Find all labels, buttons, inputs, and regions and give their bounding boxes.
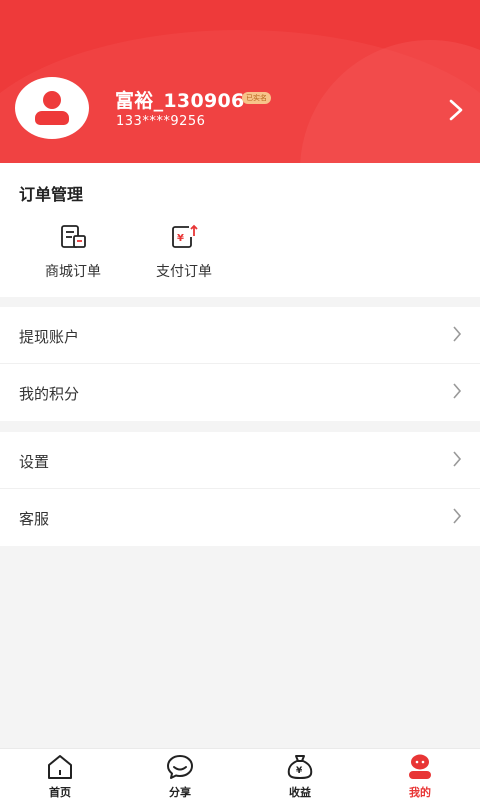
share-icon xyxy=(167,755,193,779)
phone-number: 133****9256 xyxy=(116,114,206,129)
tab-earnings[interactable]: ¥ 收益 xyxy=(270,753,330,800)
tab-share[interactable]: 分享 xyxy=(150,753,210,800)
menu-group-settings: 设置 客服 xyxy=(0,432,480,546)
verified-badge: 已实名 xyxy=(242,92,271,104)
chevron-right-icon xyxy=(453,508,462,524)
order-management-title: 订单管理 xyxy=(19,185,84,204)
menu-item-my-points[interactable]: 我的积分 xyxy=(0,364,480,421)
menu-item-withdraw-account[interactable]: 提现账户 xyxy=(0,307,480,364)
tab-label: 分享 xyxy=(169,786,191,799)
tab-home[interactable]: 首页 xyxy=(30,753,90,800)
menu-item-label: 设置 xyxy=(19,453,50,471)
bottom-tab-bar: 首页 分享 ¥ 收益 我的 xyxy=(0,748,480,800)
menu-item-label: 提现账户 xyxy=(19,328,80,346)
menu-item-label: 客服 xyxy=(19,510,50,528)
chevron-right-icon[interactable] xyxy=(446,98,466,122)
payment-order-label: 支付订单 xyxy=(156,264,212,280)
chevron-right-icon xyxy=(453,326,462,342)
menu-item-customer-service[interactable]: 客服 xyxy=(0,489,480,546)
avatar-head-icon xyxy=(43,91,61,109)
home-icon xyxy=(48,755,72,779)
chevron-right-icon xyxy=(453,383,462,399)
chevron-right-icon xyxy=(453,451,462,467)
order-management-card: 订单管理 商城订单 ¥ 支付订单 xyxy=(0,163,480,297)
shop-order-button[interactable]: 商城订单 xyxy=(23,223,123,281)
payment-order-icon: ¥ xyxy=(172,224,198,248)
tab-label: 我的 xyxy=(409,786,431,799)
payment-order-button[interactable]: ¥ 支付订单 xyxy=(134,223,234,281)
avatar-body-icon xyxy=(35,111,69,125)
menu-group-account: 提现账户 我的积分 xyxy=(0,307,480,421)
profile-header[interactable]: 富裕_130906 已实名 133****9256 xyxy=(0,0,480,163)
shop-order-icon xyxy=(61,225,86,248)
svg-text:¥: ¥ xyxy=(296,766,303,776)
svg-text:¥: ¥ xyxy=(177,233,184,244)
tab-mine[interactable]: 我的 xyxy=(390,753,450,800)
money-bag-icon: ¥ xyxy=(287,755,313,779)
username: 富裕_130906 xyxy=(115,90,245,112)
tab-label: 首页 xyxy=(49,786,71,799)
tab-label: 收益 xyxy=(289,786,311,799)
menu-item-settings[interactable]: 设置 xyxy=(0,432,480,489)
shop-order-label: 商城订单 xyxy=(45,264,101,280)
profile-icon xyxy=(409,754,431,779)
menu-item-label: 我的积分 xyxy=(19,385,80,403)
avatar[interactable] xyxy=(15,77,89,139)
